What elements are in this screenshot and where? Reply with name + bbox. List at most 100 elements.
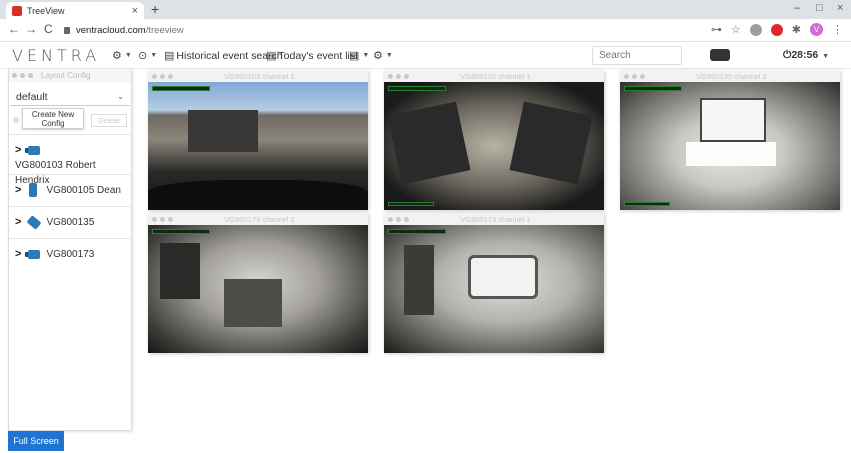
device-item-vg800135[interactable]: > VG800135 — [9, 206, 131, 238]
list-icon: ▤ — [266, 50, 277, 62]
window-dots — [12, 73, 33, 78]
camera-title: VG800135 channel 2 — [696, 71, 767, 81]
gears-icon: ⚙ — [373, 50, 383, 62]
camera-feed[interactable] — [148, 225, 368, 353]
profile-avatar[interactable]: V — [810, 23, 823, 36]
full-screen-button[interactable]: Full Screen — [8, 431, 64, 451]
camera-window[interactable]: VG800135 channel 1 — [384, 70, 604, 210]
camera-window[interactable]: VG800173 channel 2 — [148, 213, 368, 353]
delete-config-button[interactable]: Delete — [91, 114, 127, 127]
window-dots — [388, 216, 409, 222]
camera-feed[interactable] — [384, 225, 604, 353]
layout-menu[interactable]: ▤ ▼ — [349, 49, 369, 62]
camera-titlebar[interactable]: VG800173 channel 2 — [148, 213, 368, 225]
todays-event-list-button[interactable]: ▤ Today's event list — [266, 49, 358, 63]
device-menu[interactable]: ⚙ ▼ — [112, 49, 132, 62]
camera-feed[interactable] — [148, 82, 368, 210]
camera-icon — [25, 249, 42, 260]
device-label: VG800105 Dean — [46, 185, 121, 196]
bookmark-star-icon[interactable]: ☆ — [731, 23, 741, 36]
device-label: VG800173 — [46, 249, 95, 260]
video-overlay — [388, 202, 434, 206]
config-buttons: Create New Config Delete — [9, 106, 131, 134]
extension-icons: ⊶ ☆ ✱ V ⋮ — [711, 23, 843, 36]
camera-title: VG800103 channel 1 — [224, 71, 295, 81]
camera-window[interactable]: VG800173 channel 1 — [384, 213, 604, 353]
reload-button[interactable]: C — [44, 22, 53, 36]
app-toolbar: VENTRA ⚙ ▼ ⊙ ▼ ▤ Historical event search ▤ T… — [0, 42, 851, 69]
key-icon[interactable]: ⊶ — [711, 23, 722, 36]
window-dots — [388, 73, 409, 79]
camera-titlebar[interactable]: VG800135 channel 2 — [620, 70, 840, 82]
chevron-right-icon[interactable]: > — [15, 247, 21, 262]
url-domain: ventracloud.com — [76, 25, 146, 36]
brand-logo: VENTRA — [12, 46, 101, 65]
search-input[interactable] — [592, 46, 682, 65]
device-icon: ⚙ — [112, 50, 122, 62]
camera-tilted-icon — [25, 215, 42, 230]
forward-button[interactable]: → — [25, 22, 37, 36]
url-field[interactable]: ventracloud.com/treeview — [64, 22, 704, 39]
browser-tab[interactable]: TreeView × — [6, 2, 144, 19]
video-overlay — [152, 229, 210, 234]
puzzle-icon[interactable]: ✱ — [792, 23, 801, 36]
url-path: /treeview — [145, 25, 184, 36]
config-select[interactable]: default ⌄ — [10, 88, 130, 106]
panel-title: Layout Config — [41, 71, 91, 80]
extension-icon[interactable] — [749, 23, 762, 36]
camera-title: VG800173 channel 2 — [224, 214, 295, 224]
chevron-down-icon: ⌄ — [117, 92, 124, 101]
camera-feed[interactable] — [384, 82, 604, 210]
chevron-right-icon[interactable]: > — [15, 183, 21, 198]
address-bar: ← → C ventracloud.com/treeview ⊶ ☆ ✱ V ⋮ — [0, 19, 851, 42]
panel-titlebar[interactable]: Layout Config — [9, 69, 131, 82]
playback-menu[interactable]: ⊙ ▼ — [138, 49, 157, 62]
video-overlay — [624, 86, 682, 91]
device-item-vg800103[interactable]: > VG800103 Robert Hendrix — [9, 134, 131, 186]
video-overlay — [152, 86, 210, 91]
layout-config-panel: Layout Config default ⌄ Create New Confi… — [8, 69, 132, 431]
play-circle-icon: ⊙ — [138, 50, 148, 62]
video-overlay — [388, 86, 446, 91]
opera-extension-icon[interactable] — [770, 23, 783, 36]
tab-title: TreeView — [27, 5, 65, 16]
chevron-right-icon[interactable]: > — [15, 215, 21, 230]
tab-close-icon[interactable]: × — [132, 5, 138, 17]
chevron-right-icon[interactable]: > — [15, 143, 21, 158]
create-config-button[interactable]: Create New Config — [22, 108, 84, 129]
camera-window[interactable]: VG800103 channel 1 — [148, 70, 368, 210]
window-dots — [152, 73, 173, 79]
browser-menu-icon[interactable]: ⋮ — [832, 23, 843, 36]
camera-title: VG800173 channel 1 — [460, 214, 531, 224]
storage-icon[interactable] — [710, 49, 730, 61]
settings-menu[interactable]: ⚙ ▼ — [373, 49, 393, 62]
camera-titlebar[interactable]: VG800103 channel 1 — [148, 70, 368, 82]
camera-window[interactable]: VG800135 channel 2 — [620, 70, 840, 210]
camera-feed[interactable] — [620, 82, 840, 210]
maximize-button[interactable]: □ — [816, 2, 823, 14]
favicon-icon — [12, 5, 22, 16]
historical-event-search-button[interactable]: ▤ Historical event search — [164, 49, 283, 63]
camera-titlebar[interactable]: VG800173 channel 1 — [384, 213, 604, 225]
new-tab-button[interactable]: + — [151, 1, 159, 17]
camera-title: VG800135 channel 1 — [460, 71, 531, 81]
minimize-button[interactable]: – — [794, 2, 800, 14]
camera-titlebar[interactable]: VG800135 channel 1 — [384, 70, 604, 82]
back-button[interactable]: ← — [8, 22, 20, 36]
video-overlay — [624, 202, 670, 206]
session-timer[interactable]: ⏻28:56 ▼ — [783, 49, 829, 62]
device-item-vg800173[interactable]: > VG800173 — [9, 238, 131, 270]
camera-vertical-icon — [25, 183, 42, 197]
config-select-value: default — [16, 90, 48, 103]
layout-icon: ▤ — [349, 50, 360, 62]
radio-ghost — [13, 117, 19, 123]
window-dots — [624, 73, 645, 79]
camera-icon — [25, 145, 42, 156]
browser-tabstrip: TreeView × + – □ × — [0, 0, 851, 19]
video-overlay — [152, 202, 198, 206]
video-overlay — [388, 229, 446, 234]
device-tree: > VG800103 Robert Hendrix > VG800105 Dea… — [9, 134, 131, 270]
lock-icon — [64, 27, 70, 34]
list-icon: ▤ — [164, 50, 175, 62]
window-close-button[interactable]: × — [837, 2, 843, 14]
